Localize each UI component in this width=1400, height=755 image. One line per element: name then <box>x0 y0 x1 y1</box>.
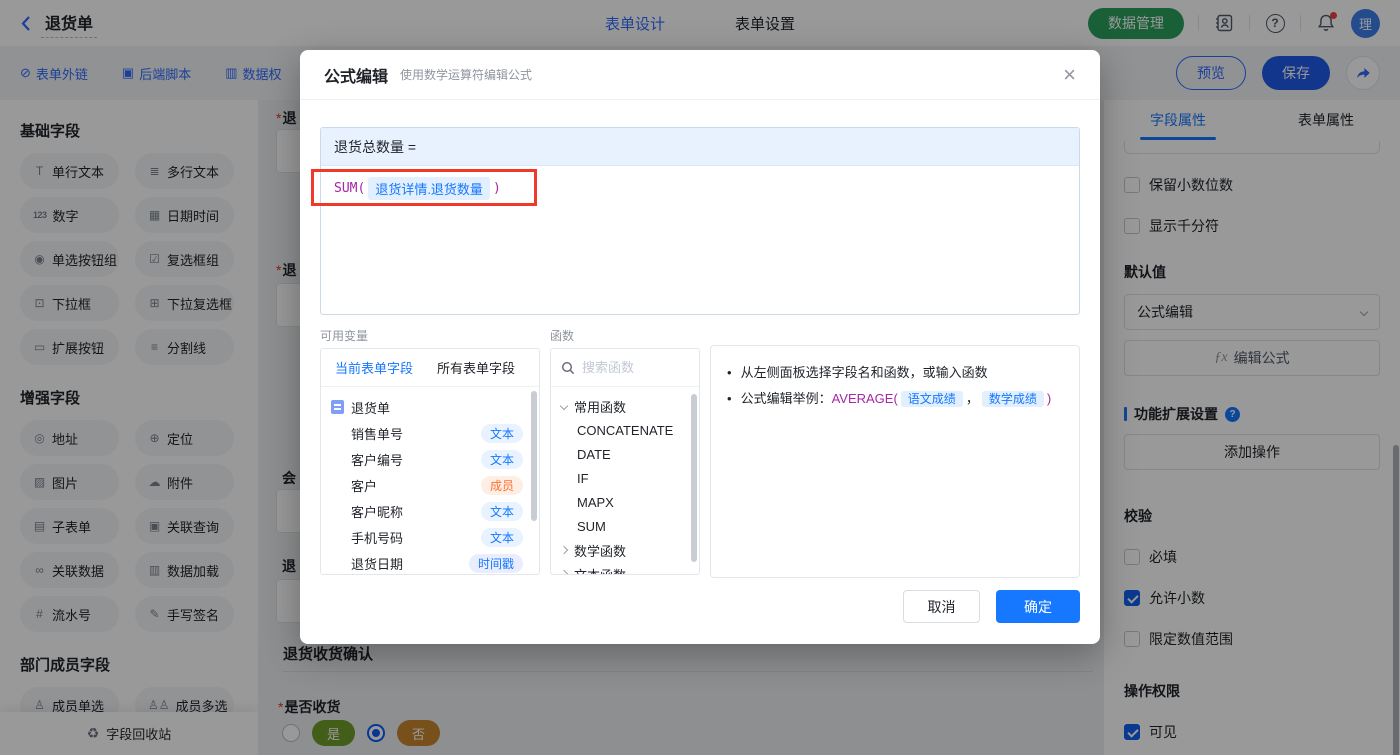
variables-tree: 退货单 销售单号 文本 客户编号 文本 客户 成员 客户昵称 文本 手机号码 文本 退货日期 时间戳 <box>321 387 539 574</box>
variables-label: 可用变量 <box>320 329 369 343</box>
function-search <box>551 349 699 387</box>
function-item-MAPX[interactable]: MAPX <box>561 490 695 514</box>
function-name: SUM( <box>334 181 366 196</box>
variable-name: 手机号码 <box>351 530 404 546</box>
variable-row-手机号码[interactable]: 手机号码 文本 <box>331 524 535 550</box>
function-group-数学函数[interactable]: 数学函数 <box>559 538 695 562</box>
variable-row-客户昵称[interactable]: 客户昵称 文本 <box>331 498 535 524</box>
type-badge: 文本 <box>480 501 523 521</box>
variables-panel: 当前表单字段 所有表单字段 退货单 销售单号 文本 客户编号 文本 客户 成员 客户昵称 文本… <box>320 348 540 575</box>
tab-all-form-fields[interactable]: 所有表单字段 <box>437 358 515 377</box>
functions-tree: 常用函数 CONCATENATE DATE IF MAPX SUM 数学函数文本函数 <box>551 387 699 575</box>
variable-name: 客户编号 <box>351 452 404 468</box>
functions-scrollbar[interactable] <box>691 394 697 562</box>
functions-label: 函数 <box>550 329 575 343</box>
variable-row-退货日期[interactable]: 退货日期 时间戳 <box>331 550 535 574</box>
formula-target: 退货总数量 = <box>321 128 1079 166</box>
type-badge: 文本 <box>480 423 523 443</box>
search-input[interactable] <box>582 360 682 375</box>
variable-name: 退货日期 <box>351 556 404 572</box>
chevron-right-icon <box>559 545 569 555</box>
function-group-label: 常用函数 <box>574 399 627 415</box>
type-badge: 文本 <box>480 527 523 547</box>
tip-line-2: • 公式编辑举例：AVERAGE(语文成绩，数学成绩) <box>727 386 1063 412</box>
function-item-DATE[interactable]: DATE <box>561 442 695 466</box>
type-badge: 文本 <box>480 449 523 469</box>
example-function-close: ) <box>1046 391 1052 406</box>
form-designer-screen: 退货单 表单设计 表单设置 数据管理 ? 理 ⊘ 表单外链 ▣ 后端脚本 ▥ 数… <box>0 0 1400 755</box>
chevron-right-icon <box>559 569 569 574</box>
bullet-icon: • <box>727 391 732 406</box>
modal-title: 公式编辑 <box>324 68 389 86</box>
variable-name: 客户昵称 <box>351 504 404 520</box>
function-item-CONCATENATE[interactable]: CONCATENATE <box>561 418 695 442</box>
variable-row-客户编号[interactable]: 客户编号 文本 <box>331 446 535 472</box>
variables-tabs: 当前表单字段 所有表单字段 <box>321 349 539 387</box>
field-token[interactable]: 退货详情.退货数量 <box>368 177 490 200</box>
type-badge: 成员 <box>480 475 523 495</box>
variable-row-客户[interactable]: 客户 成员 <box>331 472 535 498</box>
tab-current-form-fields[interactable]: 当前表单字段 <box>335 358 413 377</box>
form-root-node[interactable]: 退货单 <box>331 394 535 420</box>
variable-row-销售单号[interactable]: 销售单号 文本 <box>331 420 535 446</box>
formula-editor[interactable]: 退货总数量 = SUM( 退货详情.退货数量 ) <box>320 127 1080 315</box>
functions-panel: 常用函数 CONCATENATEDATEIFMAPXSUM 数学函数文本函数 <box>550 348 700 575</box>
variable-name: 销售单号 <box>351 426 404 442</box>
confirm-button[interactable]: 确定 <box>996 590 1080 623</box>
variables-scrollbar[interactable] <box>531 391 537 521</box>
variable-name: 客户 <box>351 478 378 494</box>
example-function: AVERAGE( <box>831 391 898 406</box>
search-icon <box>561 361 575 374</box>
cancel-button[interactable]: 取消 <box>903 590 980 623</box>
formula-edit-modal: 公式编辑 使用数学运算符编辑公式 × 退货总数量 = SUM( 退货详情.退货数… <box>300 50 1100 644</box>
example-field-token: 语文成绩 <box>900 391 963 407</box>
tip-line-1: • 从左侧面板选择字段名和函数，或输入函数 <box>727 360 1063 386</box>
formula-expression[interactable]: SUM( 退货详情.退货数量 ) <box>321 166 1079 211</box>
function-group-常用函数[interactable]: 常用函数 <box>559 394 695 418</box>
function-item-SUM[interactable]: SUM <box>561 514 695 538</box>
modal-header: 公式编辑 使用数学运算符编辑公式 × <box>300 50 1100 100</box>
function-group-label: 文本函数 <box>574 567 627 575</box>
function-close: ) <box>492 181 501 196</box>
function-group-文本函数[interactable]: 文本函数 <box>559 562 695 575</box>
modal-footer: 取消 确定 <box>903 590 1080 623</box>
close-icon[interactable]: × <box>1063 63 1076 86</box>
function-group-label: 数学函数 <box>574 543 627 559</box>
chevron-down-icon <box>559 401 569 411</box>
formula-tips: • 从左侧面板选择字段名和函数，或输入函数 • 公式编辑举例：AVERAGE(语… <box>710 345 1080 578</box>
function-item-IF[interactable]: IF <box>561 466 695 490</box>
modal-subtitle: 使用数学运算符编辑公式 <box>400 68 533 82</box>
example-field-token: 数学成绩 <box>981 391 1044 407</box>
type-badge: 时间戳 <box>468 553 523 573</box>
bullet-icon: • <box>727 365 732 380</box>
form-icon <box>331 400 344 414</box>
